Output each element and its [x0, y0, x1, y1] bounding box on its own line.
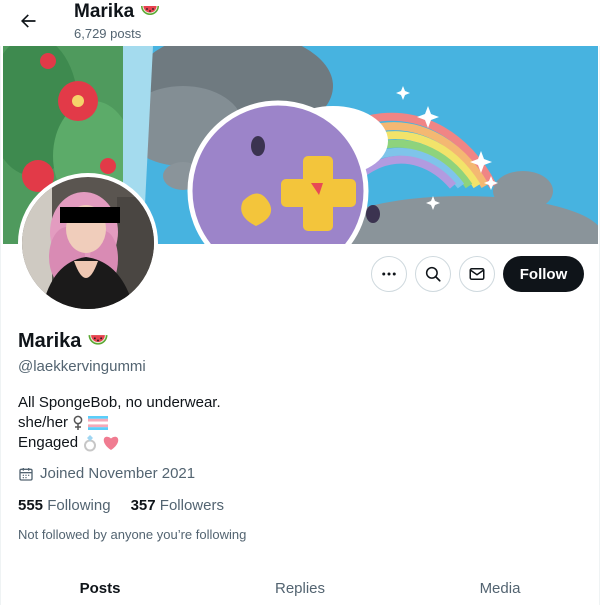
more-button[interactable] — [371, 256, 407, 292]
bio-text: All SpongeBob, no underwear. — [18, 394, 221, 411]
bio-line: she/her — [18, 413, 221, 433]
tab-replies[interactable]: Replies — [200, 565, 400, 605]
female-sign-icon — [72, 415, 84, 431]
calendar-icon — [19, 467, 33, 481]
profile-handle: @laekkervingummi — [18, 358, 146, 375]
message-button[interactable] — [459, 256, 495, 292]
envelope-icon — [469, 268, 485, 280]
search-button[interactable] — [415, 256, 451, 292]
tab-posts[interactable]: Posts — [0, 565, 200, 605]
bio-line: All SpongeBob, no underwear. — [18, 393, 221, 413]
bio-text: Engaged — [18, 434, 79, 451]
following-link[interactable]: 555 Following — [18, 497, 111, 514]
profile-bio: All SpongeBob, no underwear. she/her Eng… — [18, 393, 221, 453]
followers-count: 357 — [130, 497, 156, 514]
profile-tabs: Posts Replies Media — [0, 565, 600, 605]
bio-text: she/her — [18, 414, 69, 431]
trans-flag-icon — [88, 416, 109, 430]
arrow-left-icon — [21, 14, 36, 28]
joined-text: Joined November 2021 — [40, 465, 196, 482]
search-icon — [425, 266, 441, 282]
joined-date: Joined November 2021 — [18, 465, 195, 482]
more-horizontal-icon — [382, 272, 396, 276]
profile-name: Marika — [18, 330, 109, 353]
profile-avatar[interactable] — [18, 173, 158, 313]
profile-name-text: Marika — [18, 330, 82, 352]
ring-icon — [82, 434, 98, 452]
frame-border-left — [0, 40, 1, 605]
back-button[interactable] — [10, 3, 46, 39]
watermelon-icon — [87, 332, 109, 351]
followers-label: Followers — [159, 497, 224, 514]
followers-link[interactable]: 357 Followers — [131, 497, 224, 514]
header-name: Marika — [74, 1, 160, 23]
follow-button[interactable]: Follow — [503, 256, 584, 292]
following-label: Following — [47, 497, 111, 514]
posts-count: 6,729 posts — [74, 26, 142, 41]
bio-line: Engaged — [18, 433, 221, 453]
tab-media[interactable]: Media — [400, 565, 600, 605]
following-count: 555 — [18, 497, 44, 514]
header-name-text: Marika — [74, 1, 135, 22]
followed-by-note: Not followed by anyone you’re following — [18, 527, 247, 542]
watermelon-icon — [140, 3, 160, 21]
pink-heart-icon — [102, 435, 120, 451]
follow-stats: 555 Following 357 Followers — [18, 497, 224, 514]
top-bar: Marika 6,729 posts — [0, 0, 600, 46]
